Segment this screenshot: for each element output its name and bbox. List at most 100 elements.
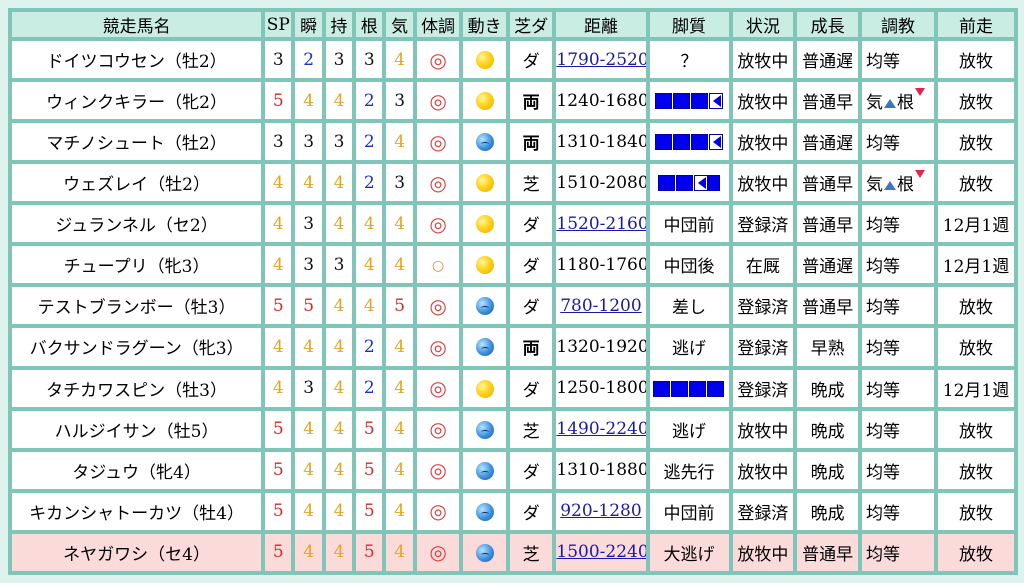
table-row[interactable]: ウェズレイ（牡2） 4 4 4 2 3 ◎ 芝 1510-2080 放牧中 普通早気根放牧	[12, 164, 1014, 202]
training-value: 均等	[866, 134, 901, 155]
surface-cell: 両	[509, 82, 553, 120]
kon-value: 2	[363, 172, 375, 193]
training-cell: 均等	[862, 41, 934, 79]
kyakushitsu-cell	[649, 369, 729, 407]
header-cell[interactable]: 動き	[463, 12, 506, 37]
header-cell[interactable]: 前走	[937, 12, 1014, 37]
sp-value: 5	[272, 542, 284, 563]
status-value: 放牧中	[737, 52, 789, 73]
surface-value: ダ	[522, 257, 540, 278]
ki-value: 3	[394, 90, 406, 111]
table-row[interactable]: テストブランボー（牡3） 5 5 4 4 5 ◎ ダ 780-1200 差し 登録済 普通早 均等 放牧	[12, 287, 1014, 325]
kyakushitsu-bars-icon	[655, 93, 724, 110]
distance-link[interactable]: 1790-2520	[556, 50, 645, 70]
training-cell: 均等	[862, 246, 934, 284]
training-cell: 均等	[862, 287, 934, 325]
horse-name: タジュウ（牝4）	[72, 462, 201, 483]
taicho-mark: ◎	[429, 458, 447, 483]
ki-value-cell: 4	[386, 451, 413, 489]
training-value: 均等	[866, 462, 901, 483]
taicho-mark: ◎	[429, 499, 447, 524]
taicho-mark: ◎	[429, 211, 447, 236]
shun-value: 3	[303, 131, 315, 152]
surface-value: 芝	[522, 175, 540, 196]
growth-value: 普通遅	[802, 52, 854, 73]
table-row[interactable]: バクサンドラグーン（牝3） 4 4 4 2 4 ◎ 両 1320-1920 逃げ 登録済 早熟 均等 放牧	[12, 328, 1014, 366]
last-race-value: 12月1週	[942, 380, 1010, 401]
header-cell[interactable]: 気	[386, 12, 413, 37]
ki-value: 4	[394, 460, 406, 481]
distance-cell[interactable]: 780-1200	[556, 287, 646, 325]
distance-cell[interactable]: 1790-2520	[556, 41, 646, 79]
surface-cell: ダ	[509, 369, 553, 407]
ki-value-cell: 4	[386, 369, 413, 407]
table-row[interactable]: キカンシャトーカツ（牡4） 5 4 4 5 4 ◎ ダ 920-1280 中団前 登録済 晩成 均等 放牧	[12, 492, 1014, 530]
horse-name-cell: バクサンドラグーン（牝3）	[12, 328, 262, 366]
sun-icon	[475, 92, 494, 111]
distance-value: 1240-1680	[556, 90, 646, 111]
ugoki-cell	[463, 41, 506, 79]
ugoki-cell	[463, 246, 506, 284]
kon-value: 5	[363, 542, 375, 563]
header-cell[interactable]: 持	[325, 12, 353, 37]
surface-cell: 芝	[509, 410, 553, 448]
ji-value-cell: 3	[325, 246, 353, 284]
surface-cell: ダ	[509, 41, 553, 79]
sp-value-cell: 4	[265, 328, 292, 366]
table-row[interactable]: ドイツコウセン（牡2） 3 2 3 3 4 ◎ ダ 1790-2520？放牧中 普通遅 均等 放牧	[12, 41, 1014, 79]
ji-value-cell: 4	[325, 328, 353, 366]
table-row[interactable]: ウィンクキラー（牝2） 5 4 4 2 3 ◎ 両 1240-1680 放牧中 普通早気根放牧	[12, 82, 1014, 120]
table-row[interactable]: タジュウ（牝4） 5 4 4 5 4 ◎ ダ 1310-1880 逃先行 放牧中 晩成 均等 放牧	[12, 451, 1014, 489]
distance-link[interactable]: 1490-2240	[556, 419, 645, 439]
table-row[interactable]: ネヤガワシ（セ4） 5 4 4 5 4 ◎ 芝 1500-2240 大逃げ 放牧中 普通早 均等 放牧	[12, 533, 1014, 571]
distance-link[interactable]: 920-1280	[560, 501, 641, 521]
header-cell[interactable]: 体調	[416, 12, 460, 37]
header-cell[interactable]: SP	[265, 12, 292, 37]
sun-icon	[475, 379, 494, 398]
distance-cell[interactable]: 1490-2240	[556, 410, 646, 448]
last-race-cell: 放牧	[937, 492, 1014, 530]
distance-cell[interactable]: 1520-2160	[556, 205, 646, 243]
header-cell[interactable]: 成長	[797, 12, 859, 37]
ji-value: 4	[333, 460, 345, 481]
ki-value: 4	[394, 501, 406, 522]
kon-value-cell: 4	[356, 246, 383, 284]
header-cell[interactable]: 芝ダ	[509, 12, 553, 37]
growth-cell: 普通遅	[797, 246, 859, 284]
ugoki-cell	[463, 287, 506, 325]
ugoki-cell	[463, 82, 506, 120]
distance-value: 1510-2080	[556, 172, 646, 193]
header-cell[interactable]: 距離	[556, 12, 646, 37]
status-value: 登録済	[737, 298, 789, 319]
table-row[interactable]: マチノシュート（牡2） 3 3 3 2 4 ◎ 両 1310-1840 放牧中 普通遅 均等 放牧	[12, 123, 1014, 161]
header-cell[interactable]: 状況	[732, 12, 794, 37]
shun-value-cell: 4	[295, 451, 322, 489]
kon-value-cell: 5	[356, 533, 383, 571]
kon-value-cell: 4	[356, 205, 383, 243]
header-cell[interactable]: 調教	[862, 12, 934, 37]
table-row[interactable]: チュープリ（牝3） 4 3 3 4 4 ○ ダ 1180-1760 中団後 在厩 普通遅 均等 12月1週	[12, 246, 1014, 284]
header-cell[interactable]: 瞬	[295, 12, 322, 37]
distance-link[interactable]: 1500-2240	[556, 542, 645, 562]
kon-value-cell: 2	[356, 164, 383, 202]
status-cell: 放牧中	[732, 533, 794, 571]
header-cell[interactable]: 根	[356, 12, 383, 37]
table-row[interactable]: タチカワスピン（牡3） 4 3 4 2 4 ◎ ダ 1250-1800 登録済 晩成 均等 12月1週	[12, 369, 1014, 407]
kyakushitsu-value: 逃げ	[672, 421, 707, 442]
growth-cell: 普通早	[797, 287, 859, 325]
training-cell: 均等	[862, 205, 934, 243]
table-row[interactable]: ジュランネル（セ2） 4 3 4 4 4 ◎ ダ 1520-2160 中団前 登録済 普通早 均等 12月…	[12, 205, 1014, 243]
status-cell: 放牧中	[732, 123, 794, 161]
taicho-cell: ◎	[416, 205, 460, 243]
header-cell[interactable]: 脚質	[649, 12, 729, 37]
header-cell[interactable]: 競走馬名	[12, 12, 262, 37]
distance-link[interactable]: 1520-2160	[556, 214, 645, 234]
table-row[interactable]: ハルジイサン（牡5） 5 4 4 5 4 ◎ 芝 1490-2240 逃げ 放牧中 晩成 均等 放牧	[12, 410, 1014, 448]
training-value: 均等	[866, 52, 901, 73]
distance-cell[interactable]: 920-1280	[556, 492, 646, 530]
ji-value: 4	[333, 295, 345, 316]
distance-value: 1310-1840	[556, 131, 646, 152]
distance-cell[interactable]: 1500-2240	[556, 533, 646, 571]
distance-link[interactable]: 780-1200	[560, 296, 641, 316]
kon-value: 2	[363, 131, 375, 152]
